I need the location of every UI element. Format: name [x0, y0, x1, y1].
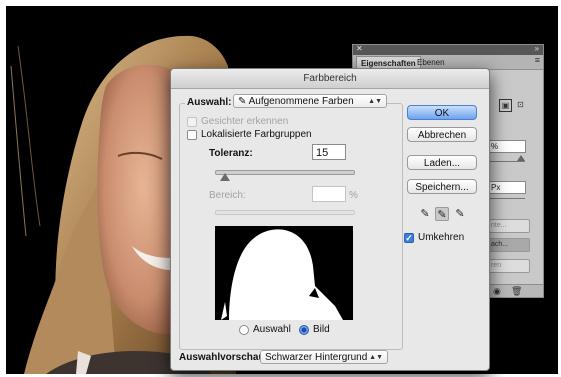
collapse-icon[interactable]: » — [535, 44, 539, 53]
ok-button[interactable]: OK — [407, 105, 477, 120]
chevron-updown-icon: ▲▼ — [369, 354, 383, 361]
vector-mask-icon[interactable]: ⊡ — [515, 99, 526, 110]
invert-button[interactable]: ren — [487, 259, 530, 273]
toleranz-slider-thumb[interactable] — [220, 173, 231, 181]
visibility-icon[interactable]: ◉ — [493, 285, 501, 297]
density-slider-thumb[interactable] — [517, 155, 525, 161]
eyedropper-icon[interactable]: ✎ — [418, 207, 432, 221]
trash-icon[interactable]: 🗑 — [511, 285, 522, 297]
speichern-button[interactable]: Speichern... — [407, 179, 477, 194]
feather-slider[interactable] — [487, 198, 525, 199]
feather-field[interactable]: Px — [487, 181, 526, 194]
toleranz-label: Toleranz: — [209, 148, 253, 159]
dialog-title[interactable]: Farbbereich — [171, 69, 489, 89]
radio-auswahl-label: Auswahl — [253, 324, 291, 335]
umkehren-checkbox[interactable]: ✓ — [404, 233, 414, 243]
farbbereich-dialog: Farbbereich Auswahl: ✎ Aufgenommene Farb… — [170, 68, 490, 371]
lokalisierte-label: Lokalisierte Farbgruppen — [201, 129, 312, 140]
chevron-updown-icon: ▲▼ — [368, 98, 382, 105]
density-slider[interactable] — [487, 161, 525, 162]
panel-menu-icon[interactable]: ≡ — [535, 55, 540, 65]
close-icon[interactable]: ✕ — [356, 44, 363, 53]
auswahl-select[interactable]: ✎ Aufgenommene Farben ▲▼ — [233, 94, 387, 108]
auswahlvorschau-select[interactable]: Schwarzer Hintergrund ▲▼ — [260, 350, 388, 364]
gesichter-checkbox[interactable] — [187, 117, 197, 127]
gesichter-label: Gesichter erkennen — [201, 116, 289, 127]
toleranz-input[interactable]: 15 — [312, 144, 346, 160]
mask-icon[interactable]: ▣ — [499, 99, 512, 112]
mask-edge-button[interactable]: nte... — [487, 219, 530, 233]
bereich-unit: % — [349, 190, 358, 201]
radio-auswahl[interactable] — [239, 325, 249, 335]
lokalisierte-checkbox[interactable] — [187, 130, 197, 140]
bereich-label: Bereich: — [209, 190, 246, 201]
radio-bild[interactable] — [299, 325, 309, 335]
laden-button[interactable]: Laden... — [407, 155, 477, 170]
eyedropper-icon: ✎ — [238, 96, 249, 107]
selection-preview — [215, 226, 353, 320]
toleranz-slider[interactable] — [215, 170, 355, 175]
umkehren-label: Umkehren — [418, 232, 465, 243]
eyedropper-minus-icon[interactable]: ✎ — [453, 207, 467, 221]
density-field[interactable]: % — [487, 140, 526, 153]
auswahlvorschau-label: Auswahlvorschau: — [179, 352, 268, 363]
bereich-input[interactable] — [312, 186, 346, 202]
auswahl-value: Aufgenommene Farben — [248, 96, 354, 107]
bereich-slider[interactable] — [215, 210, 355, 215]
eyedropper-plus-icon[interactable]: ✎ — [435, 207, 449, 221]
mask-silhouette — [221, 229, 343, 320]
abbrechen-button[interactable]: Abbrechen — [407, 127, 477, 142]
panel-title-bar[interactable]: ✕ » — [353, 44, 543, 55]
color-range-button[interactable]: ach... — [487, 238, 530, 252]
auswahlvorschau-value: Schwarzer Hintergrund — [265, 352, 368, 363]
radio-bild-label: Bild — [313, 324, 330, 335]
auswahl-label: Auswahl: — [185, 97, 234, 108]
